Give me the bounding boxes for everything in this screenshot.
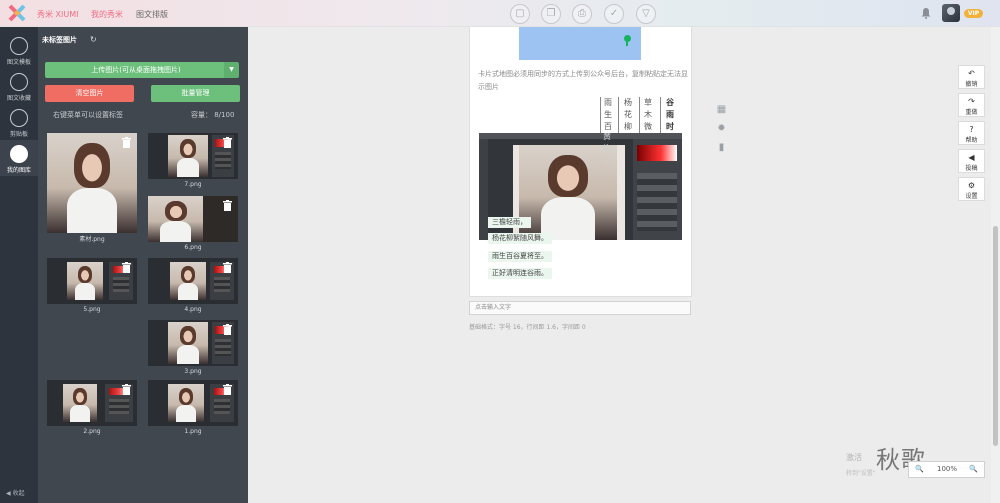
poem-column: 雨生百 [604, 98, 612, 131]
collapse-button[interactable]: ◀ 收起 [6, 488, 25, 497]
help-icon: ? [969, 125, 974, 134]
capacity-text: 容量： 8/100 [191, 111, 235, 119]
print-icon[interactable]: ⎙ [572, 4, 592, 24]
zoom-level: 100% [937, 465, 958, 473]
image-thumb[interactable]: 4.png [148, 258, 238, 314]
panel-tabs: 未标签图片 ↻ [38, 27, 248, 49]
chart-icon[interactable]: ▮ [716, 142, 727, 153]
trash-icon[interactable] [122, 262, 131, 273]
undo-button[interactable]: ↶ 撤销 [958, 65, 985, 89]
activation-watermark: 激活 [846, 453, 862, 462]
activation-watermark-sub: 转到"设置" [846, 470, 876, 477]
poem-line: 三檐轻雨， [488, 217, 531, 228]
zoom-in-icon[interactable]: 🔍 [969, 465, 978, 473]
redo-icon: ↷ [968, 97, 975, 106]
poem-column-overlay: 黄柳谷 [603, 133, 611, 165]
redo-button[interactable]: ↷ 重做 [958, 93, 985, 117]
grid-icon[interactable]: ▦ [716, 104, 727, 115]
poem-column: 杨花柳 [624, 98, 632, 131]
poem-line: 正好清明连谷雨。 [488, 268, 552, 279]
bell-icon[interactable] [920, 7, 932, 19]
trash-icon[interactable] [223, 137, 232, 148]
nav-layout[interactable]: 图文排版 [136, 9, 168, 20]
zoom-control: 🔍 100% 🔍 [908, 461, 985, 478]
image-thumb[interactable]: 2.png [47, 380, 137, 436]
poem-line: 杨花柳絮随风舞。 [488, 233, 552, 244]
avatar[interactable] [942, 4, 960, 22]
gallery-icon [10, 145, 28, 163]
rail-item-favorites[interactable]: 图文收藏 [0, 68, 38, 104]
undo-icon: ↶ [968, 69, 975, 78]
text-input[interactable]: 点击输入文字 [469, 301, 691, 315]
refresh-icon[interactable]: ↻ [90, 35, 97, 44]
map-pin-icon [624, 35, 631, 46]
vip-badge: VIP [964, 9, 983, 18]
clipboard-icon [10, 109, 28, 127]
clear-images-button[interactable]: 清空图片 [45, 85, 134, 102]
trash-icon[interactable] [223, 384, 232, 395]
format-info: 基础格式：字号 16，行间距 1.6，字间距 0 [469, 324, 586, 331]
hint-text: 右键菜单可以设置标签 [53, 111, 123, 119]
map-note: 卡片式地图必须用同步的方式上传到公众号后台，复制粘贴定无法显示图片 [478, 70, 688, 91]
settings-button[interactable]: ⚙ 设置 [958, 177, 985, 201]
submit-icon: ◀ [968, 153, 975, 162]
gear-icon[interactable]: ✹ [716, 123, 727, 134]
canvas-float-tools: ▦ ✹ ▮ [716, 104, 728, 161]
poem-column: 草木微 [644, 98, 652, 131]
image-thumb[interactable]: 7.png [148, 133, 238, 189]
submit-button[interactable]: ◀ 投稿 [958, 149, 985, 173]
folder-icon[interactable]: ▢ [510, 4, 530, 24]
xiumi-logo[interactable] [8, 4, 26, 22]
copy-icon[interactable]: ❐ [541, 4, 561, 24]
left-rail: 图文模板 图文收藏 剪贴板 我的图库 ◀ 收起 [0, 27, 38, 503]
check-icon[interactable]: ✓ [604, 4, 624, 24]
poem-line: 雨生百谷夏将至。 [488, 251, 552, 262]
image-panel: 未标签图片 ↻ 上传图片(可从桌面拖拽图片) ▼ 清空图片 批量管理 右键菜单可… [38, 27, 248, 503]
trash-icon[interactable] [223, 262, 232, 273]
help-button[interactable]: ? 帮助 [958, 121, 985, 145]
top-bar: 秀米 XIUMI 我的秀米 图文排版 ▢ ❐ ⎙ ✓ ▽ VIP [0, 0, 1000, 27]
upload-dropdown-icon[interactable]: ▼ [224, 62, 239, 78]
rail-item-templates[interactable]: 图文模板 [0, 32, 38, 68]
image-thumb[interactable]: 素材.png [47, 133, 137, 243]
trash-icon[interactable] [223, 324, 232, 335]
document-canvas[interactable]: 卡片式地图必须用同步的方式上传到公众号后台，复制粘贴定无法显示图片 雨生百 杨花… [469, 27, 692, 297]
rail-item-clipboard[interactable]: 剪贴板 [0, 104, 38, 140]
trash-icon[interactable] [223, 200, 232, 211]
right-toolbar: ↶ 撤销 ↷ 重做 ? 帮助 ◀ 投稿 ⚙ 设置 [958, 65, 985, 205]
tab-untagged-images[interactable]: 未标签图片 [42, 35, 77, 45]
upload-button[interactable]: 上传图片(可从桌面拖拽图片) [45, 62, 227, 78]
brand-name[interactable]: 秀米 XIUMI [37, 9, 79, 20]
image-thumb[interactable]: 3.png [148, 320, 238, 376]
rail-item-my-gallery[interactable]: 我的图库 [0, 140, 38, 176]
trash-icon[interactable] [122, 137, 131, 148]
settings-icon: ⚙ [967, 181, 976, 190]
image-thumb[interactable]: 5.png [47, 258, 137, 314]
triangle-icon[interactable]: ▽ [636, 4, 656, 24]
nav-my-xiumi[interactable]: 我的秀米 [91, 9, 123, 20]
trash-icon[interactable] [122, 384, 131, 395]
batch-manage-button[interactable]: 批量管理 [151, 85, 240, 102]
image-thumb[interactable]: 1.png [148, 380, 238, 436]
favorites-icon [10, 73, 28, 91]
poem-column: 谷雨时 [666, 98, 674, 131]
image-thumb[interactable]: 6.png [148, 196, 238, 252]
map-card[interactable] [519, 27, 641, 60]
template-icon [10, 37, 28, 55]
zoom-out-icon[interactable]: 🔍 [915, 465, 924, 473]
scrollbar-thumb[interactable] [993, 226, 998, 446]
